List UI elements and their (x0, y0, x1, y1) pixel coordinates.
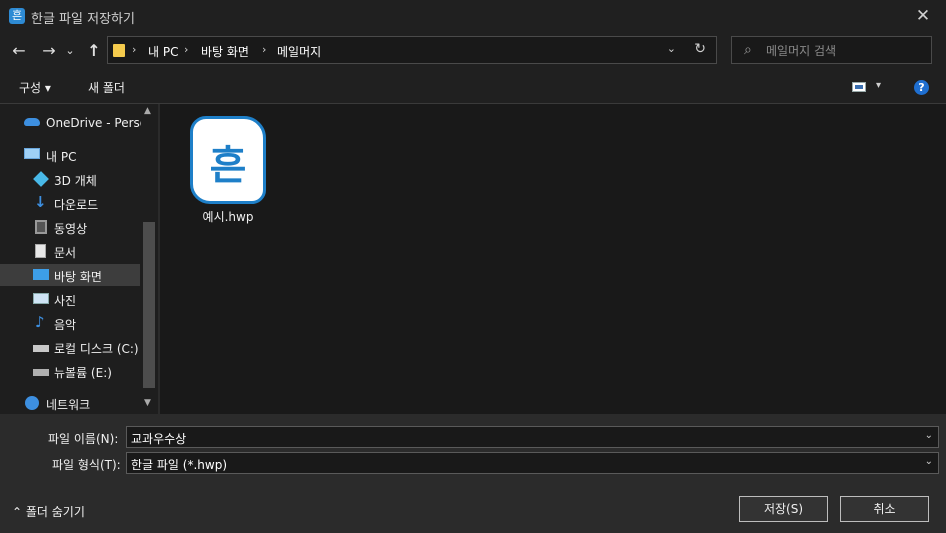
onedrive-cloud-icon (24, 118, 40, 126)
pc-icon (24, 148, 40, 159)
search-input[interactable] (764, 40, 928, 62)
hide-folders-button[interactable]: ⌃ 폴더 숨기기 (12, 503, 85, 520)
close-icon: ✕ (915, 6, 931, 26)
filetype-value: 한글 파일 (*.hwp) (131, 458, 228, 472)
video-icon (35, 220, 47, 234)
sidebar-item-documents[interactable]: 문서 (0, 240, 140, 262)
view-dropdown-icon[interactable]: ▾ (876, 80, 881, 91)
help-icon[interactable]: ? (914, 80, 929, 95)
sidebar-item-label: 네트워크 (46, 398, 91, 412)
sidebar-item-label: 동영상 (54, 222, 88, 236)
filetype-select[interactable]: 한글 파일 (*.hwp) ⌄ (126, 452, 939, 474)
back-arrow-icon: ← (12, 41, 26, 60)
refresh-icon[interactable]: ↻ (694, 41, 706, 57)
sidebar-item-label: 뉴볼륨 (E:) (54, 366, 112, 380)
close-button[interactable]: ✕ (908, 4, 938, 28)
navigation-bar: ← → ⌄ ↑ › 내 PC › 바탕 화면 › 메일머지 ⌄ ↻ ⌕ (0, 32, 946, 70)
chevron-down-icon[interactable]: ⌄ (925, 430, 933, 441)
sidebar-item-videos[interactable]: 동영상 (0, 216, 140, 238)
sidebar-item-pictures[interactable]: 사진 (0, 288, 140, 310)
sidebar-item-3d-objects[interactable]: 3D 개체 (0, 168, 140, 190)
scroll-up-icon[interactable]: ▲ (144, 106, 151, 116)
sidebar-item-music[interactable]: ♪ 음악 (0, 312, 140, 334)
sidebar-item-downloads[interactable]: ↓ 다운로드 (0, 192, 140, 214)
sidebar-item-label: 로컬 디스크 (C:) (54, 342, 139, 356)
sidebar-item-label: 음악 (54, 318, 77, 332)
sidebar-item-onedrive[interactable]: OneDrive - Personal (0, 112, 158, 134)
pictures-icon (33, 293, 49, 304)
breadcrumb-separator: › (262, 43, 267, 56)
breadcrumb-item[interactable]: 내 PC (148, 43, 178, 60)
breadcrumb-separator: › (184, 43, 189, 56)
sidebar-item-desktop[interactable]: 바탕 화면 (0, 264, 140, 286)
folder-icon (113, 44, 125, 57)
organize-menu-button[interactable]: 구성 ▾ (19, 79, 51, 96)
search-box[interactable]: ⌕ (731, 36, 932, 64)
up-button[interactable]: ↑ (83, 40, 105, 62)
filetype-label: 파일 형식(T): (52, 458, 121, 472)
window-title: 한글 파일 저장하기 (31, 12, 135, 27)
new-folder-button[interactable]: 새 폴더 (88, 79, 125, 96)
file-item[interactable]: 흔 예시.hwp (188, 114, 270, 226)
drive-icon (33, 369, 49, 376)
cancel-button[interactable]: 취소 (840, 496, 929, 522)
sidebar-item-label: 문서 (54, 246, 77, 260)
forward-arrow-icon: → (42, 41, 56, 60)
sidebar-item-network[interactable]: 네트워크 (0, 392, 140, 414)
music-icon: ♪ (35, 313, 45, 331)
sidebar-item-label: 사진 (54, 294, 77, 308)
address-dropdown-icon[interactable]: ⌄ (667, 42, 676, 55)
download-icon: ↓ (34, 193, 47, 211)
file-name: 예시.hwp (202, 210, 254, 224)
breadcrumb-separator: › (132, 43, 137, 56)
navigation-pane: OneDrive - Personal 내 PC 3D 개체 ↓ 다운로드 동영… (0, 104, 158, 414)
sidebar-item-this-pc[interactable]: 내 PC (0, 144, 140, 166)
sidebar-item-label: 내 PC (46, 150, 77, 164)
breadcrumb-item[interactable]: 메일머지 (277, 43, 321, 60)
filename-label: 파일 이름(N): (48, 432, 119, 446)
network-icon (25, 396, 39, 410)
filename-value: 교과우수상 (131, 432, 187, 446)
save-form: 파일 이름(N): 교과우수상 ⌄ 파일 형식(T): 한글 파일 (*.hwp… (0, 414, 946, 533)
chevron-down-icon[interactable]: ⌄ (925, 456, 933, 467)
filename-field[interactable]: 교과우수상 ⌄ (126, 426, 939, 448)
back-button[interactable]: ← (8, 40, 30, 62)
scroll-down-icon[interactable]: ▼ (144, 398, 151, 408)
chevron-down-icon: ⌄ (65, 44, 75, 57)
sidebar-item-local-disk[interactable]: 로컬 디스크 (C:) (0, 336, 140, 358)
address-bar[interactable]: › 내 PC › 바탕 화면 › 메일머지 ⌄ ↻ (107, 36, 717, 64)
view-options-icon[interactable] (852, 82, 866, 92)
document-icon (35, 244, 46, 258)
toolbar: 구성 ▾ 새 폴더 ▾ (0, 70, 946, 104)
sidebar-item-new-volume[interactable]: 뉴볼륨 (E:) (0, 360, 140, 382)
sidebar-item-label: 3D 개체 (54, 174, 97, 188)
sidebar-item-label: 다운로드 (54, 198, 99, 212)
search-icon: ⌕ (744, 42, 752, 58)
save-button[interactable]: 저장(S) (739, 496, 828, 522)
hwp-file-icon: 흔 (190, 116, 266, 204)
recent-locations-button[interactable]: ⌄ (62, 40, 78, 62)
breadcrumb-item[interactable]: 바탕 화면 (201, 43, 249, 60)
scrollbar-thumb[interactable] (143, 222, 155, 388)
local-disk-icon (33, 345, 49, 352)
file-list-pane: 흔 예시.hwp (160, 104, 946, 414)
desktop-icon (33, 269, 49, 280)
hwp-file-glyph: 흔 (209, 143, 247, 189)
forward-button[interactable]: → (38, 40, 60, 62)
title-bar: 흔 한글 파일 저장하기 ✕ (0, 0, 946, 32)
3d-objects-icon (33, 171, 49, 187)
sidebar-item-label: 바탕 화면 (54, 270, 102, 284)
hangul-app-icon: 흔 (9, 8, 25, 24)
up-arrow-icon: ↑ (87, 41, 101, 60)
